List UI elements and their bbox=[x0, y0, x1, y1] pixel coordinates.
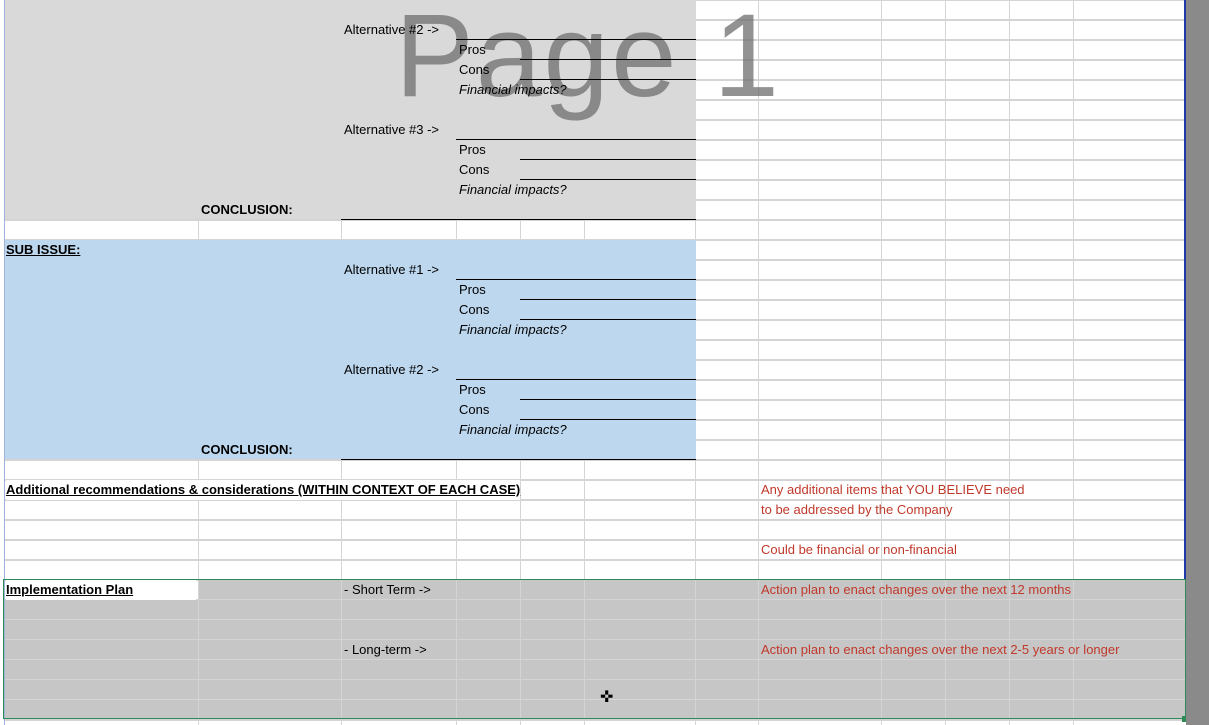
alt2b-label[interactable]: Alternative #2 -> bbox=[344, 360, 439, 380]
underline bbox=[456, 139, 696, 140]
page-watermark: Page 1 bbox=[395, 0, 781, 122]
underline bbox=[341, 219, 696, 220]
alt2-label[interactable]: Alternative #2 -> bbox=[344, 20, 439, 40]
alt2-financial[interactable]: Financial impacts? bbox=[459, 80, 567, 100]
underline bbox=[520, 399, 696, 400]
conclusion-label-2[interactable]: CONCLUSION: bbox=[201, 440, 293, 460]
alt2b-financial[interactable]: Financial impacts? bbox=[459, 420, 567, 440]
underline bbox=[456, 279, 696, 280]
alt3-cons[interactable]: Cons bbox=[459, 160, 489, 180]
conclusion-label[interactable]: CONCLUSION: bbox=[201, 200, 293, 220]
alt2b-pros[interactable]: Pros bbox=[459, 380, 486, 400]
alt1-cons[interactable]: Cons bbox=[459, 300, 489, 320]
alt1-pros[interactable]: Pros bbox=[459, 280, 486, 300]
underline bbox=[456, 39, 696, 40]
sub-issue-title[interactable]: SUB ISSUE: bbox=[6, 240, 80, 260]
alt1-financial[interactable]: Financial impacts? bbox=[459, 320, 567, 340]
alt2-cons[interactable]: Cons bbox=[459, 60, 489, 80]
alt3-label[interactable]: Alternative #3 -> bbox=[344, 120, 439, 140]
underline bbox=[341, 459, 696, 460]
outside-print-area bbox=[1186, 0, 1209, 725]
selection-border bbox=[3, 579, 1186, 719]
alt1-label[interactable]: Alternative #1 -> bbox=[344, 260, 439, 280]
additional-title[interactable]: Additional recommendations & considerati… bbox=[6, 480, 521, 500]
alt3-financial[interactable]: Financial impacts? bbox=[459, 180, 567, 200]
alt2-pros[interactable]: Pros bbox=[459, 40, 486, 60]
underline bbox=[520, 59, 696, 60]
alt2b-cons[interactable]: Cons bbox=[459, 400, 489, 420]
additional-note-3[interactable]: Could be financial or non-financial bbox=[761, 540, 957, 560]
underline bbox=[520, 299, 696, 300]
underline bbox=[520, 159, 696, 160]
alt3-pros[interactable]: Pros bbox=[459, 140, 486, 160]
additional-note-1[interactable]: Any additional items that YOU BELIEVE ne… bbox=[761, 480, 1025, 500]
additional-note-2[interactable]: to be addressed by the Company bbox=[761, 500, 953, 520]
underline bbox=[456, 379, 696, 380]
